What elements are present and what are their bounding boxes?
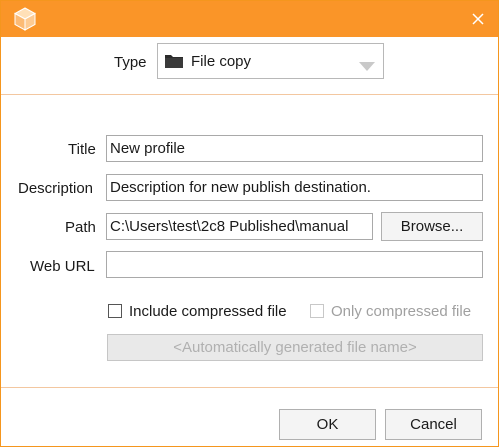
cancel-button[interactable]: Cancel — [385, 409, 482, 440]
close-icon — [472, 13, 484, 25]
cube-icon — [13, 7, 37, 31]
title-label: Title — [68, 141, 96, 158]
folder-icon — [164, 53, 184, 73]
generated-filename-field: <Automatically generated file name> — [107, 334, 483, 361]
only-compressed-checkbox[interactable] — [310, 304, 324, 318]
include-compressed-label: Include compressed file — [129, 303, 287, 320]
type-dropdown[interactable]: File copy — [157, 43, 384, 79]
browse-button[interactable]: Browse... — [381, 212, 483, 241]
web-url-field[interactable] — [106, 251, 483, 278]
path-field[interactable]: C:\Users\test\2c8 Published\manual — [106, 213, 373, 240]
type-selected-value: File copy — [191, 53, 252, 70]
title-field[interactable]: New profile — [106, 135, 483, 162]
close-button[interactable] — [466, 7, 490, 31]
web-url-label: Web URL — [30, 258, 95, 275]
ok-button[interactable]: OK — [279, 409, 376, 440]
only-compressed-label: Only compressed file — [331, 303, 472, 320]
footer-divider — [1, 387, 498, 388]
type-section: Type File copy — [1, 37, 498, 95]
publish-profile-dialog: Type File copy Title New profile Descrip… — [0, 0, 499, 447]
path-label: Path — [65, 219, 96, 236]
type-label: Type — [114, 54, 147, 71]
title-bar — [1, 1, 498, 37]
include-compressed-checkbox[interactable] — [108, 304, 122, 318]
description-label: Description — [18, 180, 94, 197]
chevron-down-icon — [359, 58, 375, 75]
description-field[interactable]: Description for new publish destination. — [106, 174, 483, 201]
